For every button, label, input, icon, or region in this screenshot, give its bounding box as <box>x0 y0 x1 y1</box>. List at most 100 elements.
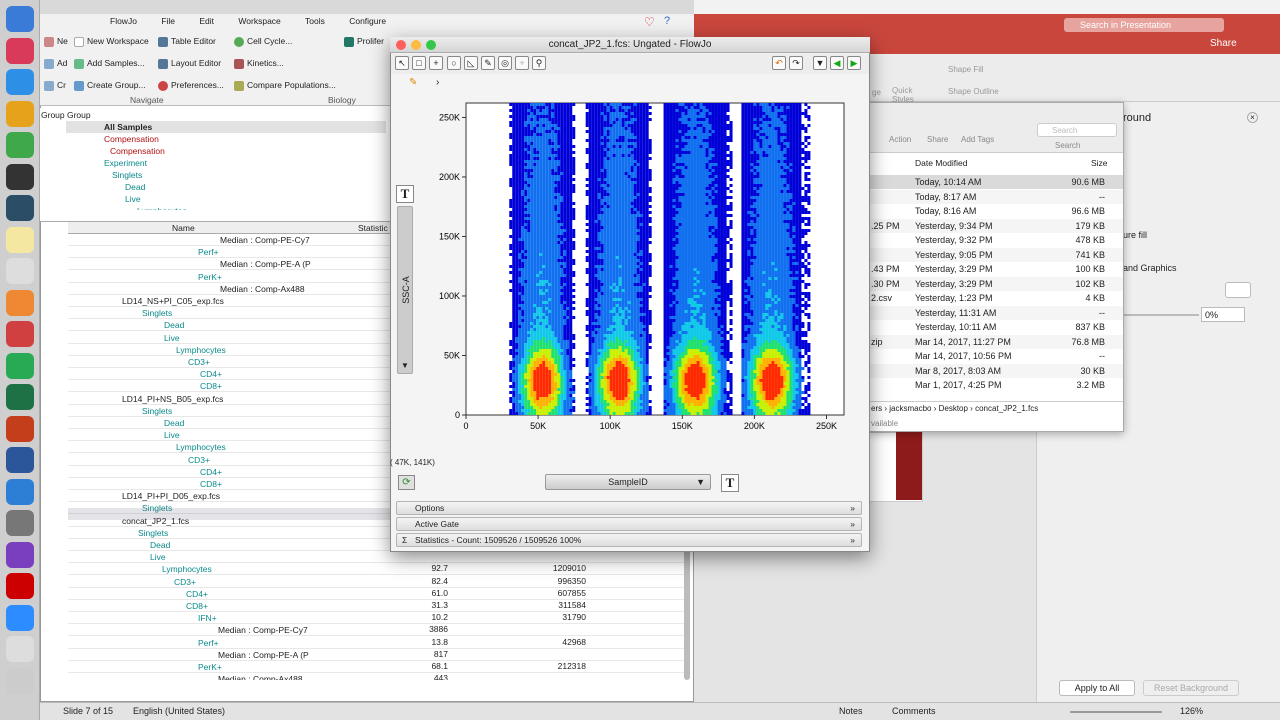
path-item[interactable]: jacksmacbo <box>889 404 931 413</box>
menu-tools[interactable]: Tools <box>305 16 325 26</box>
finder-col-date[interactable]: Date Modified <box>915 158 967 168</box>
dock-app-icon[interactable] <box>6 478 34 505</box>
proliferation-button[interactable]: Prolifer <box>344 36 384 47</box>
pointer-tool-icon[interactable]: ↖ <box>395 56 409 70</box>
dock-app-icon[interactable] <box>6 100 34 127</box>
path-item[interactable]: concat_JP2_1.fcs <box>975 404 1038 413</box>
gate-row[interactable]: PerK+ 68.1 212318 <box>68 661 688 673</box>
dock-app-icon[interactable] <box>6 6 34 32</box>
path-item[interactable]: ers <box>871 404 882 413</box>
menu-file[interactable]: File <box>161 16 175 26</box>
create-group-button[interactable]: Create Group... <box>74 80 146 91</box>
menu-workspace[interactable]: Workspace <box>238 16 280 26</box>
file-row[interactable]: Mar 1, 2017, 4:25 PM 3.2 MB <box>869 378 1123 392</box>
gate-row[interactable]: Median : Comp-PE-A (P 817 <box>68 649 688 661</box>
ppt-shape-outline[interactable]: Shape Outline <box>948 87 999 96</box>
dock-app-icon[interactable] <box>6 636 34 662</box>
btn-ne[interactable]: Ne <box>44 36 68 47</box>
crosshair-icon[interactable]: + <box>515 56 529 70</box>
finder-col-size[interactable]: Size <box>1091 158 1108 168</box>
gate-row[interactable]: Median : Comp-PE-Cy7 3886 <box>68 624 688 637</box>
file-row[interactable]: Yesterday, 10:11 AM 837 KB <box>869 320 1123 334</box>
gate-row[interactable]: Live <box>68 551 688 564</box>
gate-row[interactable]: CD4+ 61.0 607855 <box>68 588 688 600</box>
ellipse-gate-icon[interactable]: ○ <box>447 56 461 70</box>
pen-icon[interactable]: ✎ <box>409 77 417 88</box>
menu-flowjo[interactable]: FlowJo <box>110 16 137 26</box>
minimize-button[interactable] <box>411 40 421 50</box>
options-bar[interactable]: Options» <box>396 501 862 515</box>
heart-icon[interactable]: ♡ <box>644 15 655 29</box>
gate-singlets[interactable]: Singlets <box>112 169 142 181</box>
dock-app-icon[interactable] <box>6 321 34 347</box>
undo-icon[interactable]: ↶ <box>772 56 786 70</box>
scatter-plot[interactable]: 0 50K 100K 150K 200K 250K050K100K150K200K250K <box>426 100 856 450</box>
transparency-field[interactable]: 0% <box>1201 307 1245 322</box>
path-item[interactable]: Desktop <box>939 404 968 413</box>
dock-app-icon[interactable] <box>6 541 34 568</box>
x-text-tool-icon[interactable]: T <box>721 474 739 492</box>
file-row[interactable]: .25 PM Yesterday, 9:34 PM 179 KB <box>869 218 1123 233</box>
group-compensation[interactable]: Compensation <box>104 133 159 145</box>
kinetics-button[interactable]: Kinetics... <box>234 58 284 69</box>
quadrant-gate-icon[interactable]: + <box>429 56 443 70</box>
dock-app-icon[interactable] <box>6 258 34 284</box>
dock-app-icon[interactable] <box>6 163 34 190</box>
file-row[interactable]: zip Mar 14, 2017, 11:27 PM 76.8 MB <box>869 334 1123 349</box>
col-name-header[interactable]: Name <box>172 222 195 234</box>
statistics-bar[interactable]: Σ Statistics - Count: 1509526 / 1509526 1… <box>396 533 862 547</box>
redo-icon[interactable]: ↷ <box>789 56 803 70</box>
file-row[interactable]: Yesterday, 11:31 AM -- <box>869 305 1123 320</box>
file-row[interactable]: Today, 10:14 AM 90.6 MB <box>869 175 1123 189</box>
dock-app-icon[interactable] <box>6 510 34 536</box>
cell-cycle-button[interactable]: Cell Cycle... <box>234 36 292 47</box>
preferences-button[interactable]: Preferences... <box>158 80 224 91</box>
pane-close-icon[interactable]: × <box>1247 112 1258 123</box>
group-experiment[interactable]: Experiment <box>104 157 147 169</box>
table-editor-button[interactable]: Table Editor <box>158 36 216 47</box>
y-text-tool-icon[interactable]: T <box>396 185 414 203</box>
gate-row[interactable]: Lymphocytes 92.7 1209010 <box>68 563 688 576</box>
close-button[interactable] <box>396 40 406 50</box>
finder-action-button[interactable]: Action <box>889 135 911 144</box>
new-workspace-button[interactable]: New Workspace <box>74 36 149 47</box>
active-gate-bar[interactable]: Active Gate» <box>396 517 862 531</box>
dock-app-icon[interactable] <box>6 132 34 158</box>
file-row[interactable]: 2.csv Yesterday, 1:23 PM 4 KB <box>869 291 1123 305</box>
x-axis-selector[interactable]: SampleID ▼ <box>545 474 711 490</box>
ppt-share-button[interactable]: Share <box>1210 38 1237 49</box>
rectangle-gate-icon[interactable]: □ <box>412 56 426 70</box>
file-row[interactable]: Mar 8, 2017, 8:03 AM 30 KB <box>869 363 1123 378</box>
gate-row[interactable]: Perf+ 13.8 42968 <box>68 637 688 649</box>
add-samples-button[interactable]: Add Samples... <box>74 58 145 69</box>
dock-app-icon[interactable] <box>6 69 34 95</box>
menu-edit[interactable]: Edit <box>199 16 214 26</box>
compare-populations-button[interactable]: Compare Populations... <box>234 80 336 91</box>
file-row[interactable]: .30 PM Yesterday, 3:29 PM 102 KB <box>869 276 1123 291</box>
y-axis-dropdown-icon[interactable]: ▼ <box>401 361 409 370</box>
menu-down-icon[interactable]: ▼ <box>813 56 827 70</box>
file-row[interactable]: Today, 8:16 AM 96.6 MB <box>869 204 1123 218</box>
file-row[interactable]: Yesterday, 9:32 PM 478 KB <box>869 233 1123 247</box>
zoom-button[interactable] <box>426 40 436 50</box>
btn-cr[interactable]: Cr <box>44 80 66 91</box>
gate-row[interactable]: IFN+ 10.2 31790 <box>68 612 688 625</box>
spider-gate-icon[interactable]: ◎ <box>498 56 512 70</box>
dock-app-icon[interactable] <box>6 667 34 694</box>
finder-share-button[interactable]: Share <box>927 135 948 144</box>
dock-app-icon[interactable] <box>6 604 34 631</box>
color-picker[interactable] <box>1225 282 1251 298</box>
file-row[interactable]: .43 PM Yesterday, 3:29 PM 100 KB <box>869 262 1123 276</box>
polygon-gate-icon[interactable]: ◺ <box>464 56 478 70</box>
gate-row[interactable]: CD3+ 82.4 996350 <box>68 576 688 588</box>
gate-live[interactable]: Live <box>125 193 141 205</box>
reset-background-button[interactable]: Reset Background <box>1143 680 1239 696</box>
dock-app-icon[interactable] <box>6 226 34 253</box>
dock-app-icon[interactable] <box>6 195 34 221</box>
ppt-shape-fill[interactable]: Shape Fill <box>948 65 984 74</box>
col-stat-header[interactable]: Statistic <box>358 222 388 234</box>
magic-tool-icon[interactable]: ⚲ <box>532 56 546 70</box>
compensation-matrix[interactable]: Compensation <box>110 145 165 157</box>
dock-app-icon[interactable] <box>6 415 34 442</box>
refresh-icon[interactable]: ⟳ <box>398 475 415 490</box>
